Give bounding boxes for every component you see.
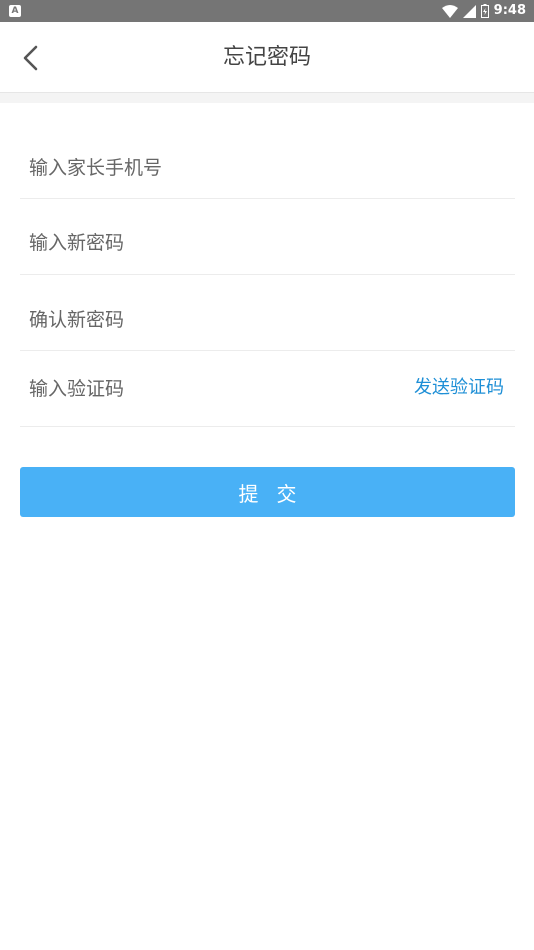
wifi-icon (441, 4, 458, 18)
page-title: 忘记密码 (222, 45, 311, 70)
app-notification-icon: A (9, 5, 21, 17)
phone-input[interactable] (29, 137, 389, 198)
signal-icon (462, 4, 476, 18)
status-bar: A 9:48 (0, 0, 534, 22)
section-divider (0, 93, 534, 103)
verification-code-input[interactable] (29, 351, 389, 426)
confirm-password-field (20, 289, 515, 351)
new-password-input[interactable] (29, 212, 389, 274)
top-app-bar: 忘记密码 (0, 22, 534, 93)
phone-field (20, 137, 515, 199)
battery-icon (480, 4, 489, 18)
confirm-password-input[interactable] (29, 289, 389, 350)
new-password-field (20, 212, 515, 275)
submit-button[interactable]: 提交 (20, 467, 515, 517)
system-icons: 9:48 (441, 0, 526, 22)
send-code-button[interactable]: 发送验证码 (414, 373, 504, 399)
clock: 9:48 (493, 3, 526, 18)
verification-code-field: 发送验证码 (20, 351, 515, 427)
